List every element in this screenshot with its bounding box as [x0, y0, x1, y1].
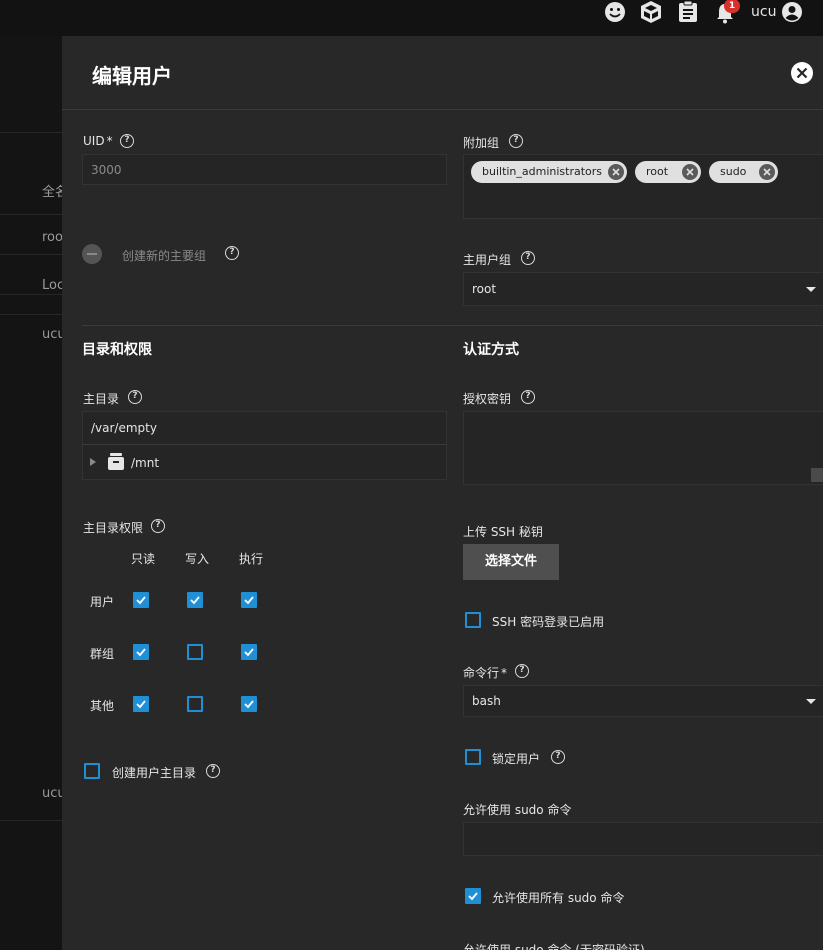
perm-checkbox-write[interactable] — [187, 644, 203, 660]
smiley-icon[interactable] — [604, 1, 628, 25]
primary-group-label: 主用户组 — [463, 253, 512, 267]
notification-count: 1 — [728, 1, 736, 11]
ssh-password-checkbox[interactable] — [465, 612, 481, 628]
primary-group-value: root — [472, 282, 497, 296]
close-icon — [796, 67, 808, 79]
lock-user-help-icon[interactable]: ? — [551, 750, 565, 764]
sudo-commands-field[interactable] — [463, 822, 823, 856]
truenas-cube-icon[interactable] — [640, 0, 664, 24]
check-icon — [136, 700, 146, 709]
uid-value: 3000 — [91, 163, 122, 177]
sudo-nopasswd-label: 允许使用 sudo 命令 (无密码验证) — [463, 943, 645, 950]
authorized-keys-label: 授权密钥 — [463, 392, 512, 406]
authorized-keys-textarea[interactable] — [463, 411, 823, 485]
check-icon — [244, 700, 254, 709]
choose-file-button[interactable]: 选择文件 — [463, 544, 559, 580]
resize-handle[interactable] — [811, 468, 823, 482]
perm-checkbox-read[interactable] — [133, 592, 149, 608]
perm-checkbox-write[interactable] — [187, 696, 203, 712]
create-home-checkbox[interactable] — [84, 763, 100, 779]
uid-field[interactable]: 3000 — [82, 154, 447, 185]
shell-help-icon[interactable]: ? — [515, 664, 529, 678]
create-home-help-icon[interactable]: ? — [206, 764, 220, 778]
chevron-down-icon — [806, 699, 816, 704]
edit-user-panel: 编辑用户 UID * ? 3000 创建新的主要组 ? 附加组 ? builtin… — [62, 36, 823, 950]
expand-arrow-icon[interactable] — [90, 458, 96, 466]
shell-label: 命令行 * — [463, 666, 508, 680]
shell-select[interactable]: bash — [463, 685, 823, 717]
lock-user-label: 锁定用户 — [492, 752, 541, 766]
home-dir-field[interactable]: /var/empty — [82, 411, 447, 445]
clipboard-icon[interactable] — [678, 0, 702, 24]
group-chip-label: builtin_administrators — [482, 165, 603, 178]
remove-chip-icon[interactable] — [759, 164, 775, 180]
create-primary-group-help-icon[interactable]: ? — [225, 246, 239, 260]
home-perms-help-icon[interactable]: ? — [151, 519, 165, 533]
header-divider — [62, 109, 823, 110]
perm-checkbox-read[interactable] — [133, 644, 149, 660]
uid-help-icon[interactable]: ? — [120, 134, 134, 148]
check-icon — [244, 596, 254, 605]
create-primary-group-label: 创建新的主要组 — [122, 249, 207, 263]
sudo-commands-label: 允许使用 sudo 命令 — [463, 803, 572, 817]
uid-label: UID * — [83, 134, 113, 148]
section-divider — [82, 325, 823, 326]
authorized-keys-help-icon[interactable]: ? — [521, 390, 535, 404]
home-perms-label: 主目录权限 — [83, 521, 144, 535]
dataset-icon — [108, 453, 124, 474]
perm-row-other: 其他 — [90, 699, 115, 713]
chevron-down-icon — [806, 287, 816, 292]
ssh-password-label: SSH 密码登录已启用 — [492, 615, 605, 629]
perm-checkbox-execute[interactable] — [241, 696, 257, 712]
group-chip[interactable]: builtin_administrators — [471, 161, 627, 183]
check-icon — [190, 596, 200, 605]
tree-item-label[interactable]: /mnt — [131, 456, 159, 470]
account-circle-icon[interactable] — [781, 1, 805, 25]
create-home-label: 创建用户主目录 — [112, 766, 197, 780]
background-page — [0, 36, 62, 950]
home-dir-value: /var/empty — [91, 421, 157, 435]
home-dir-label: 主目录 — [83, 392, 120, 406]
group-chip[interactable]: root — [635, 161, 701, 183]
panel-title: 编辑用户 — [92, 64, 172, 88]
check-icon — [136, 596, 146, 605]
sudo-all-checkbox[interactable] — [465, 888, 481, 904]
home-dir-help-icon[interactable]: ? — [128, 390, 142, 404]
perm-column-execute: 执行 — [239, 552, 264, 566]
upload-ssh-label: 上传 SSH 秘钥 — [463, 525, 543, 539]
primary-group-select[interactable]: root — [463, 272, 823, 306]
username-label[interactable]: ucu — [751, 4, 776, 20]
section-directories-heading: 目录和权限 — [82, 342, 152, 358]
lock-user-checkbox[interactable] — [465, 749, 481, 765]
perm-row-group: 群组 — [90, 647, 115, 661]
background-row[interactable]: roo — [42, 230, 63, 245]
top-toolbar: 1 ucu — [0, 0, 823, 36]
check-icon — [136, 648, 146, 657]
primary-group-help-icon[interactable]: ? — [521, 251, 535, 265]
aux-groups-help-icon[interactable]: ? — [509, 134, 523, 148]
remove-chip-icon[interactable] — [608, 164, 624, 180]
sudo-all-label: 允许使用所有 sudo 命令 — [492, 891, 625, 905]
perm-column-write: 写入 — [185, 552, 210, 566]
close-button[interactable] — [791, 62, 813, 84]
shell-value: bash — [472, 694, 501, 708]
group-chip[interactable]: sudo — [709, 161, 778, 183]
perm-checkbox-read[interactable] — [133, 696, 149, 712]
perm-row-user: 用户 — [90, 595, 115, 609]
perm-checkbox-execute[interactable] — [241, 644, 257, 660]
section-auth-heading: 认证方式 — [463, 342, 519, 358]
group-chip-label: sudo — [720, 165, 747, 178]
check-icon — [244, 648, 254, 657]
create-primary-group-toggle[interactable] — [82, 244, 102, 264]
perm-checkbox-execute[interactable] — [241, 592, 257, 608]
aux-groups-label: 附加组 — [463, 136, 500, 150]
group-chip-label: root — [646, 165, 669, 178]
background-row[interactable]: Loc — [42, 278, 64, 293]
home-dir-tree: /mnt — [82, 444, 447, 480]
perm-column-read: 只读 — [131, 552, 156, 566]
perm-checkbox-write[interactable] — [187, 592, 203, 608]
check-icon — [468, 892, 478, 901]
remove-chip-icon[interactable] — [682, 164, 698, 180]
notification-badge: 1 — [724, 0, 740, 13]
